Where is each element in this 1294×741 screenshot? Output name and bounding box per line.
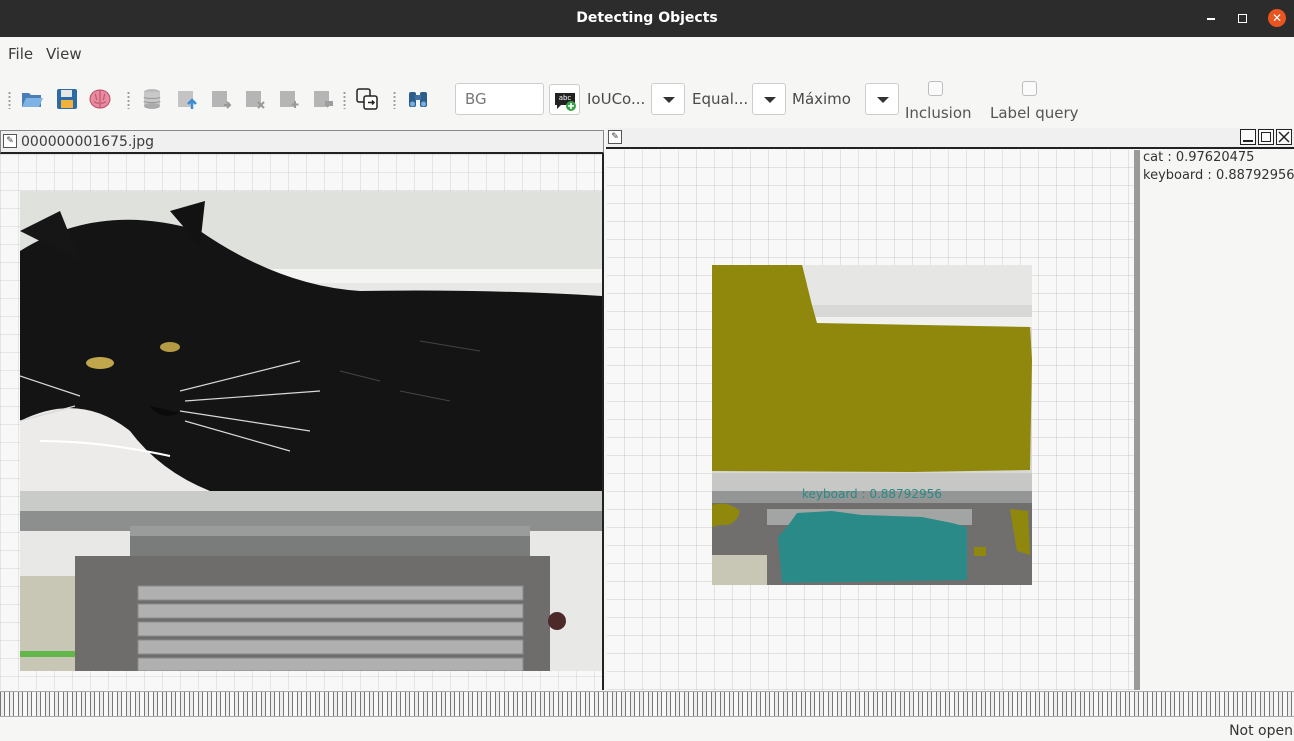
- box-remove-icon[interactable]: [243, 87, 267, 111]
- toolbar-grip[interactable]: [343, 91, 346, 109]
- window-title: Detecting Objects: [576, 10, 718, 26]
- results-list: [1140, 150, 1294, 690]
- inclusion-label: Inclusion: [905, 104, 972, 122]
- inclusion-checkbox[interactable]: [928, 81, 943, 96]
- source-photo: [20, 191, 602, 671]
- toolbar-grip[interactable]: [393, 91, 396, 109]
- detection-overlay-image: [712, 265, 1032, 585]
- save-icon[interactable]: [55, 87, 79, 111]
- left-image-panel[interactable]: [0, 154, 604, 690]
- box-add-icon[interactable]: [277, 87, 301, 111]
- close-icon[interactable]: ✕: [1268, 9, 1286, 27]
- right-panel-titlebar[interactable]: ✎: [606, 128, 1294, 149]
- class-input[interactable]: BG: [455, 83, 544, 115]
- box-arrow-icon[interactable]: [209, 87, 233, 111]
- maximo-dropdown[interactable]: [865, 83, 899, 115]
- title-bar: Detecting Objects ✕: [0, 0, 1294, 37]
- database-icon[interactable]: [140, 87, 164, 111]
- menu-view[interactable]: View: [46, 45, 82, 63]
- maximize-icon[interactable]: [1233, 9, 1251, 27]
- subwindow-close-icon[interactable]: [1276, 129, 1292, 145]
- binoculars-icon[interactable]: [406, 87, 430, 111]
- svg-text:abc: abc: [559, 94, 572, 102]
- status-text: Not open: [1229, 723, 1293, 739]
- add-label-icon: abc: [555, 93, 576, 111]
- subwindow-maximize-icon[interactable]: [1258, 129, 1274, 145]
- result-item-cat[interactable]: cat : 0.97620475: [1143, 150, 1254, 165]
- toolbar-grip[interactable]: [127, 91, 130, 109]
- box-comment-icon[interactable]: [311, 87, 335, 111]
- open-folder-icon[interactable]: [20, 87, 44, 111]
- copy-transform-icon[interactable]: [355, 87, 379, 111]
- iou-dropdown[interactable]: [651, 83, 685, 115]
- image-doc-icon: ✎: [3, 134, 17, 148]
- frame-timeline[interactable]: [0, 691, 1294, 717]
- subwindow-minimize-icon[interactable]: [1240, 129, 1256, 145]
- label-query-label: Label query: [990, 104, 1079, 122]
- result-item-keyboard[interactable]: keyboard : 0.88792956: [1143, 168, 1294, 183]
- equal-dropdown-label: Equal...: [692, 90, 749, 108]
- left-panel-titlebar[interactable]: ✎ 000000001675.jpg: [0, 130, 604, 154]
- label-query-checkbox[interactable]: [1022, 81, 1037, 96]
- brain-icon[interactable]: [88, 87, 112, 111]
- iou-dropdown-label: IoUCo...: [587, 90, 646, 108]
- maximo-dropdown-label: Máximo: [792, 90, 851, 108]
- image-doc-icon: ✎: [608, 130, 622, 144]
- toolbar-grip[interactable]: [8, 91, 11, 109]
- toolbar: BG abc IoUCo... Equal... Máximo Inclusio…: [0, 71, 1294, 128]
- minimize-icon[interactable]: [1202, 9, 1220, 27]
- menu-bar: File View: [0, 37, 1294, 71]
- equal-dropdown[interactable]: [752, 83, 786, 115]
- keyboard-overlay-label: keyboard : 0.88792956: [802, 487, 942, 501]
- add-label-button[interactable]: abc: [549, 84, 580, 115]
- database-upload-icon[interactable]: [175, 87, 199, 111]
- menu-file[interactable]: File: [8, 45, 33, 63]
- left-panel-filename: 000000001675.jpg: [21, 134, 154, 150]
- result-image-panel[interactable]: keyboard : 0.88792956: [607, 150, 1134, 690]
